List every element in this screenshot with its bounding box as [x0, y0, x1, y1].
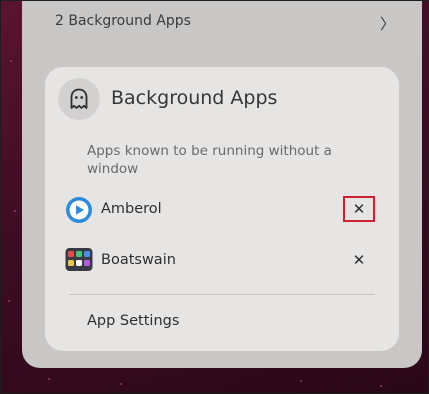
- divider: [69, 294, 375, 295]
- close-icon: ✕: [352, 200, 366, 218]
- app-name: Boatswain: [101, 252, 176, 268]
- app-settings-button[interactable]: App Settings: [87, 313, 179, 329]
- app-row-amberol: Amberol ✕: [65, 196, 385, 226]
- chevron-right-icon: 〉: [380, 15, 396, 33]
- ghost-icon: [58, 78, 100, 120]
- close-amberol-button[interactable]: ✕: [343, 196, 375, 222]
- app-row-boatswain: Boatswain ✕: [65, 247, 385, 277]
- close-icon: ✕: [352, 251, 366, 269]
- app-name: Amberol: [101, 201, 162, 217]
- close-boatswain-button[interactable]: ✕: [343, 247, 375, 273]
- background-apps-summary: 2 Background Apps: [55, 13, 191, 29]
- boatswain-icon: [65, 247, 93, 275]
- popover-title: Background Apps: [111, 87, 278, 109]
- amberol-icon: [65, 196, 93, 224]
- background-apps-popover: Background Apps Apps known to be running…: [45, 67, 399, 351]
- background-apps-toggle[interactable]: 2 Background Apps 〉: [22, 0, 422, 44]
- popover-description: Apps known to be running without a windo…: [87, 143, 332, 177]
